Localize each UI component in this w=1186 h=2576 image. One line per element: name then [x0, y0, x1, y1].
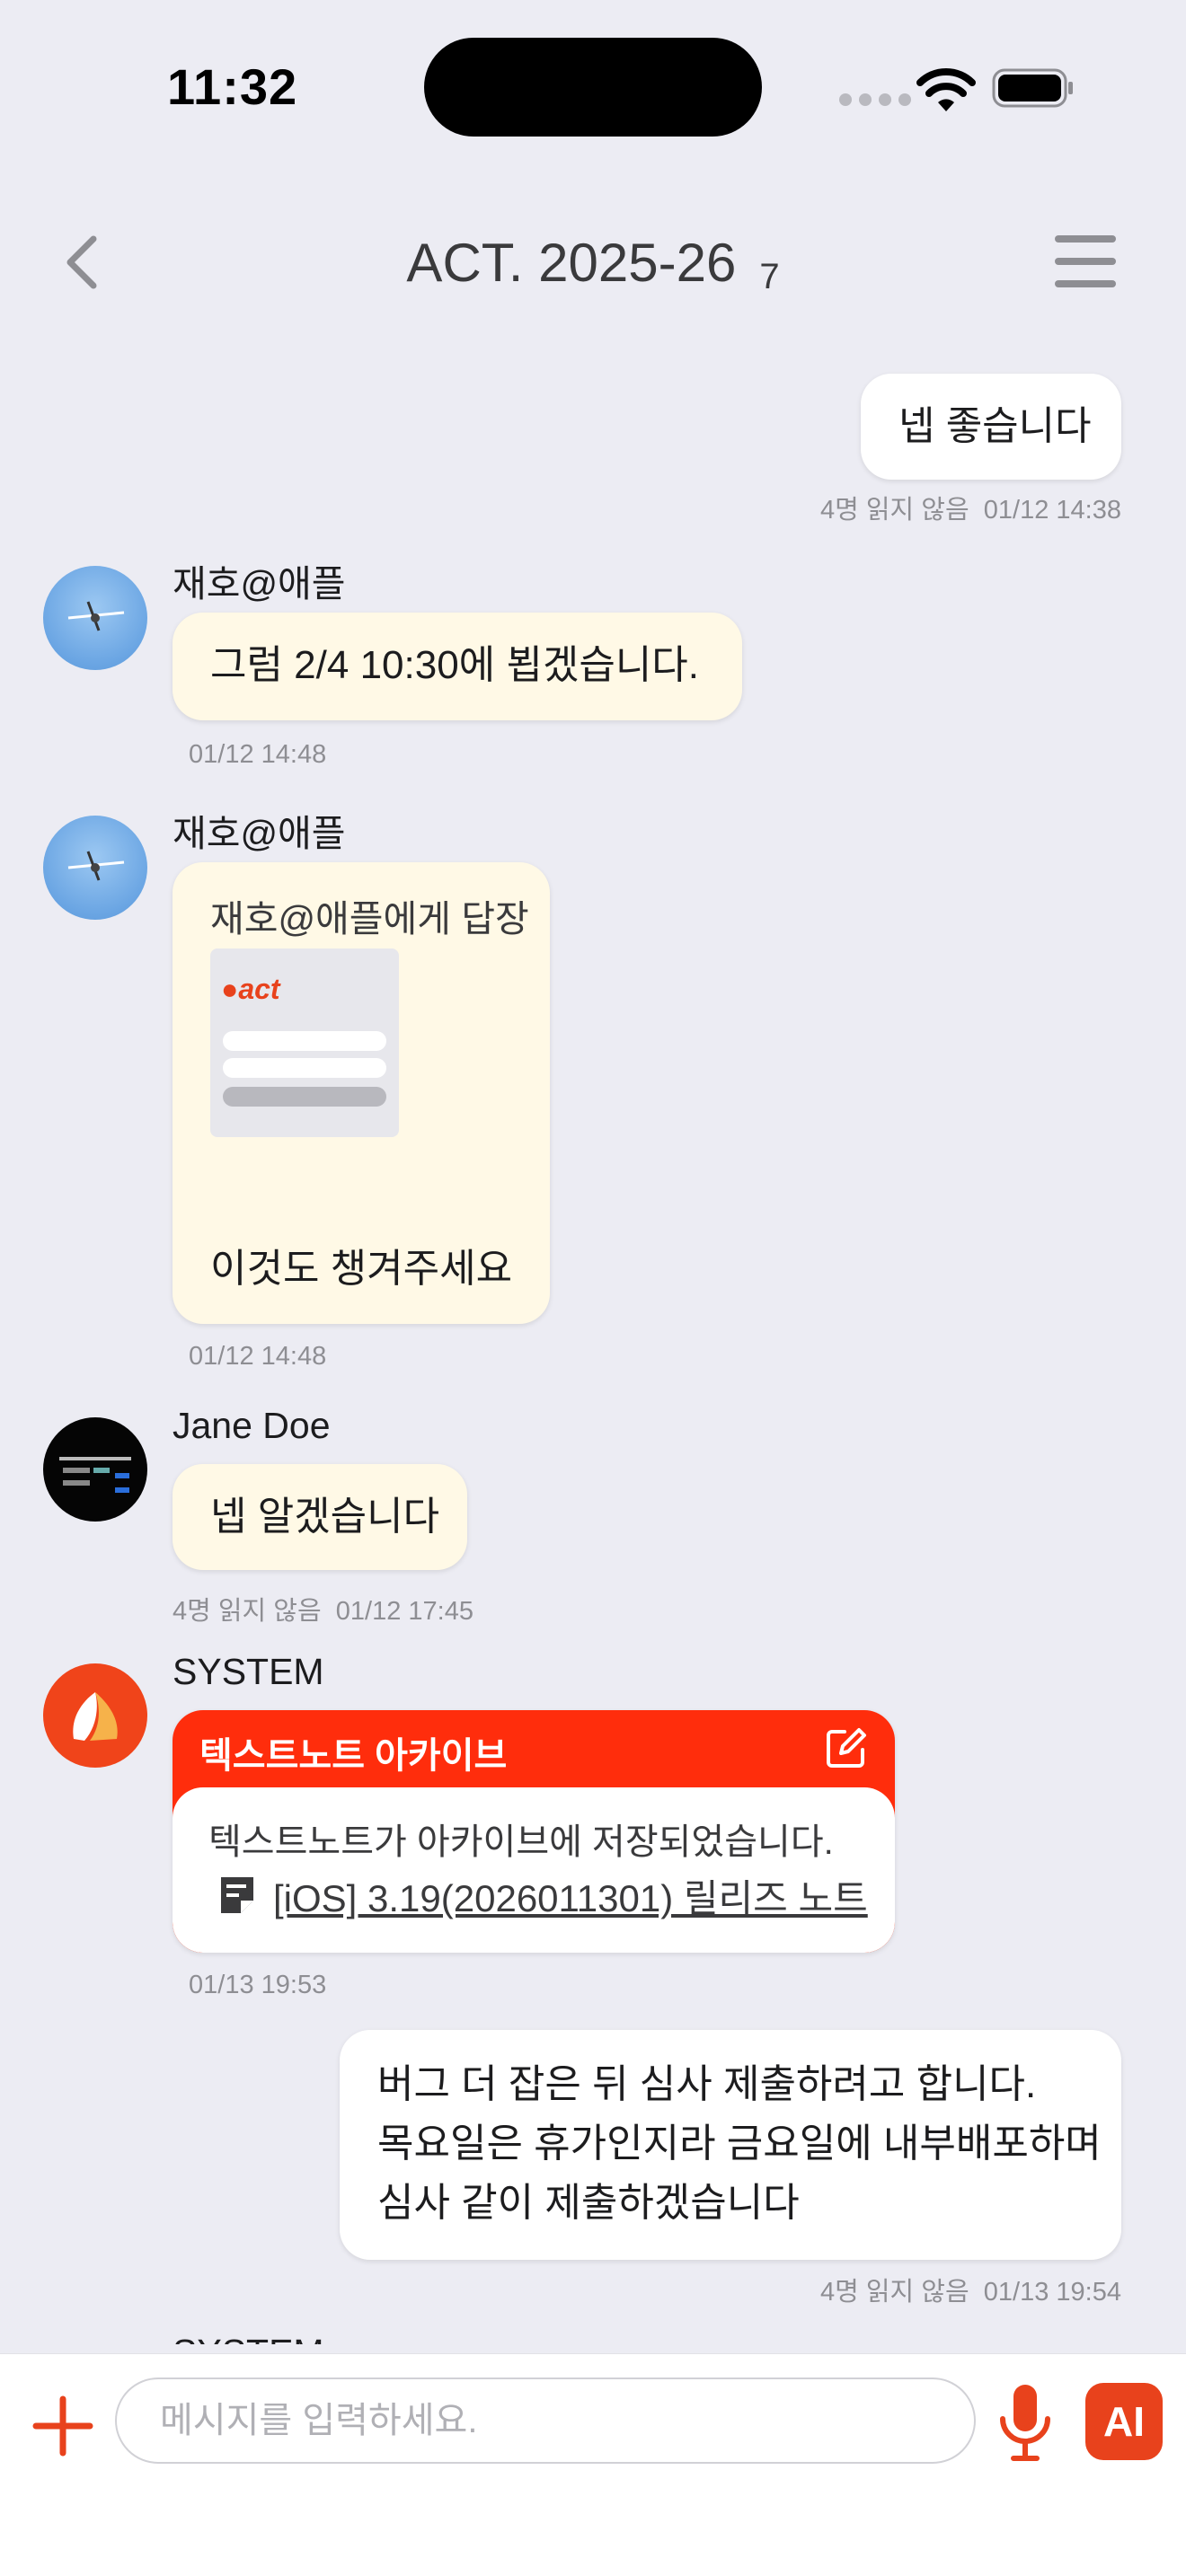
sender-name: 재호@애플	[173, 563, 346, 604]
message-bubble[interactable]: 그럼 2/4 10:30에 뵙겠습니다.	[173, 613, 742, 720]
avatar-image	[59, 1457, 131, 1493]
reply-message-bubble[interactable]: 재호@애플에게 답장 ●act 이것도 챙겨주세요	[173, 862, 550, 1324]
card-text: 텍스트노트가 아카이브에 저장되었습니다.	[208, 1822, 834, 1862]
read-status: 4명 읽지 않음	[820, 2278, 969, 2307]
member-count: 7	[759, 257, 780, 296]
sender-name: SYSTEM	[173, 2332, 324, 2344]
message-time: 01/12 14:38	[983, 496, 1121, 525]
avatar[interactable]	[43, 1417, 147, 1522]
message-input[interactable]	[115, 2378, 976, 2464]
message-time: 01/12 17:45	[335, 1597, 474, 1626]
message-list[interactable]: 넵 좋습니다 4명 읽지 않음 01/12 14:38 재호@애플 그럼 2/4…	[0, 359, 1186, 2344]
message-time: 01/12 14:48	[189, 1342, 327, 1371]
message-time: 01/13 19:54	[983, 2278, 1121, 2307]
ai-button[interactable]: AI	[1085, 2383, 1163, 2460]
plus-icon[interactable]	[32, 2395, 93, 2457]
message-time: 01/13 19:53	[189, 1971, 327, 1999]
sender-name: 재호@애플	[173, 813, 346, 854]
message-meta: 4명 읽지 않음 01/12 17:45	[173, 1590, 474, 1628]
avatar[interactable]	[43, 816, 147, 920]
system-logo-icon	[73, 1692, 118, 1741]
message-meta: 4명 읽지 않음 01/13 19:54	[629, 2271, 1121, 2308]
status-bar: 11:32	[0, 0, 1186, 171]
reply-caption: 재호@애플에게 답장	[210, 898, 529, 940]
card-body: 텍스트노트가 아카이브에 저장되었습니다. [iOS] 3.19(2026011…	[173, 1787, 895, 1953]
avatar[interactable]	[43, 566, 147, 670]
message-bubble[interactable]: 넵 알겠습니다	[173, 1464, 467, 1570]
battery-icon	[992, 68, 1073, 108]
message-text: 넵 좋습니다	[898, 404, 1092, 448]
message-line: 심사 같이 제출하겠습니다	[377, 2181, 800, 2225]
microphone-icon[interactable]	[996, 2381, 1055, 2464]
attached-image[interactable]: ●act	[210, 948, 399, 1137]
message-line: 버그 더 잡은 뒤 심사 제출하려고 합니다.	[377, 2062, 1037, 2106]
message-line: 목요일은 휴가인지라 금요일에 내부배포하며	[377, 2122, 1102, 2166]
sender-name: SYSTEM	[173, 1651, 324, 1692]
read-status: 4명 읽지 않음	[173, 1597, 322, 1626]
chat-title-text: ACT. 2025-26	[406, 233, 737, 293]
message-text: 그럼 2/4 10:30에 뵙겠습니다.	[210, 643, 700, 687]
message-bubble-mine[interactable]: 버그 더 잡은 뒤 심사 제출하려고 합니다. 목요일은 휴가인지라 금요일에 …	[340, 2030, 1121, 2260]
message-time: 01/12 14:48	[189, 740, 327, 769]
textnote-archive-card[interactable]: 텍스트노트 아카이브 텍스트노트가 아카이브에 저장되었습니다. [iOS] 3…	[173, 1710, 895, 1953]
message-bubble-mine[interactable]: 넵 좋습니다	[861, 374, 1121, 480]
message-meta: 4명 읽지 않음 01/12 14:38	[629, 489, 1121, 526]
status-time: 11:32	[167, 58, 298, 115]
sender-name: Jane Doe	[173, 1405, 331, 1446]
cellular-signal-icon	[839, 93, 911, 106]
wifi-icon	[916, 68, 976, 111]
avatar-image	[67, 851, 125, 881]
message-text: 이것도 챙겨주세요	[210, 1247, 513, 1291]
chat-header: ACT. 2025-26 7	[0, 207, 1186, 314]
read-status: 4명 읽지 않음	[820, 496, 969, 525]
message-input-bar: AI	[0, 2353, 1186, 2576]
act-logo: ●act	[221, 973, 280, 1005]
menu-icon[interactable]	[1053, 232, 1118, 291]
chat-title: ACT. 2025-26 7	[0, 232, 1186, 297]
edit-icon[interactable]	[825, 1726, 868, 1769]
system-avatar[interactable]	[43, 1663, 147, 1768]
card-title: 텍스트노트 아카이브	[199, 1736, 508, 1776]
document-icon	[221, 1877, 253, 1913]
textnote-link[interactable]: [iOS] 3.19(2026011301) 릴리즈 노트	[273, 1868, 868, 1923]
message-text: 넵 알겠습니다	[210, 1495, 440, 1539]
avatar-image	[67, 601, 125, 631]
dynamic-island	[424, 38, 762, 137]
